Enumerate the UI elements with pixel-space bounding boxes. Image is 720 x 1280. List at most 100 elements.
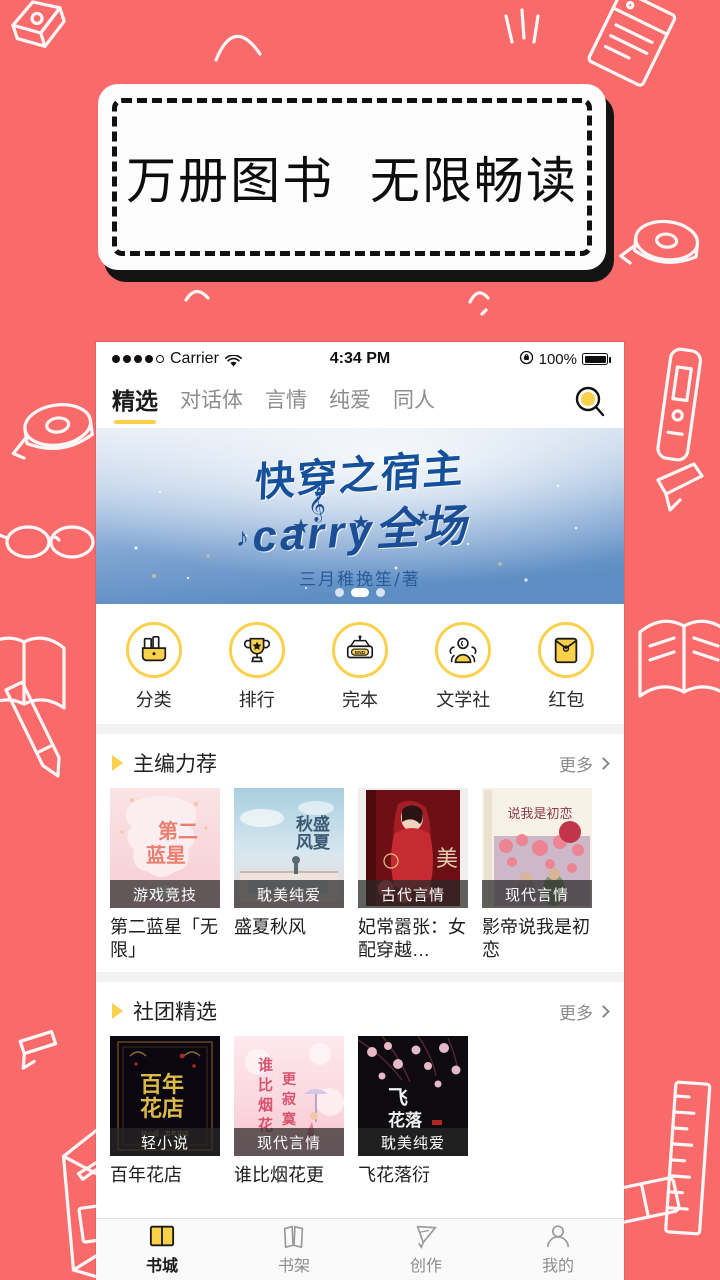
- end-sign-icon: END: [332, 622, 388, 678]
- book-cover[interactable]: 美 古代言情: [358, 788, 468, 908]
- carrier-label: Carrier: [170, 350, 219, 367]
- tab-duihuati[interactable]: 对话体: [180, 384, 243, 420]
- svg-text:风夏: 风夏: [296, 833, 331, 853]
- chevron-right-icon: [597, 1004, 610, 1018]
- star-decoration-icon: ★: [416, 508, 431, 525]
- section-divider: [96, 972, 624, 983]
- rotation-lock-icon: [519, 350, 534, 369]
- book-cover[interactable]: 秋盛 风夏 耽美纯爱: [234, 788, 344, 908]
- tab-jingxuan[interactable]: 精选: [112, 382, 158, 424]
- chevron-right-icon: [597, 756, 610, 770]
- book-title: 影帝说我是初恋: [482, 917, 590, 961]
- book-title: 谁比烟花更: [234, 1165, 324, 1186]
- tab-profile[interactable]: 我的: [492, 1219, 624, 1280]
- svg-text:说我是初恋: 说我是初恋: [507, 806, 572, 822]
- tab-label: 书架: [277, 1258, 310, 1275]
- book-item[interactable]: 百年 花店 轻小说 · 百年花店 轻小说 百年花店: [110, 1036, 220, 1187]
- hero-carousel[interactable]: 快穿之宿主 carry全场 三月稚挽笙/著 ★ ★ ★ ♪ 𝄞: [96, 428, 624, 604]
- red-envelope-icon: [538, 622, 595, 678]
- book-item[interactable]: 秋盛 风夏 耽美纯爱 盛夏秋风: [234, 788, 344, 962]
- section-more-link[interactable]: 更多: [559, 999, 610, 1024]
- book-title: 飞花落衍: [358, 1165, 430, 1186]
- bookshelf-icon: [283, 1225, 304, 1249]
- book-cover[interactable]: 第二 蓝星 游戏竞技: [110, 788, 220, 908]
- tab-create[interactable]: 创作: [360, 1219, 492, 1280]
- book-title: 妃常嚣张：女配穿越…: [358, 917, 466, 961]
- bottom-tab-bar: 书城 书架 创作 我的: [96, 1218, 624, 1280]
- svg-text:END: END: [355, 650, 366, 656]
- book-item[interactable]: 第二 蓝星 游戏竞技 第二蓝星「无限」: [110, 788, 220, 962]
- tab-tongren[interactable]: 同人: [393, 384, 435, 420]
- open-book-icon: [149, 1225, 175, 1247]
- tab-label: 书城: [145, 1258, 178, 1275]
- section-marker-icon: [112, 755, 123, 771]
- battery-icon: [582, 353, 611, 365]
- svg-text:飞: 飞: [388, 1085, 408, 1109]
- section-marker-icon: [112, 1003, 123, 1020]
- section-title: 社团精选: [133, 1001, 217, 1025]
- quick-actions: 分类 排行 END 完本 文学社 红包: [96, 604, 624, 724]
- search-icon[interactable]: [572, 384, 608, 420]
- battery-percent: 100%: [538, 350, 577, 368]
- tab-chunai[interactable]: 纯爱: [329, 384, 371, 420]
- user-icon: [546, 1225, 570, 1248]
- book-tag: 古代言情: [358, 880, 468, 908]
- quick-action-category[interactable]: 分类: [102, 622, 205, 712]
- svg-text:花店: 花店: [140, 1096, 184, 1122]
- more-label: 更多: [559, 755, 593, 775]
- book-item[interactable]: 说我是初恋 现代言情 影帝说我是初恋: [482, 788, 592, 962]
- svg-text:寞: 寞: [282, 1111, 297, 1128]
- status-bar: Carrier 4:34 PM 100%: [96, 342, 624, 376]
- book-item[interactable]: 飞 花落 耽美纯爱 飞花落衍: [358, 1036, 468, 1187]
- quick-action-red-envelope[interactable]: 红包: [515, 622, 618, 712]
- section-header-club-picks: 社团精选 更多: [96, 982, 624, 1037]
- tab-label: 创作: [409, 1258, 442, 1275]
- quick-action-label: 分类: [135, 690, 172, 710]
- svg-text:秋盛: 秋盛: [296, 814, 330, 835]
- book-title: 第二蓝星「无限」: [110, 917, 218, 961]
- tab-yanqing[interactable]: 言情: [265, 384, 307, 420]
- book-cover[interactable]: 谁 比 烟 花 更 寂 寞 现代言情: [234, 1036, 344, 1157]
- tab-bookshelf[interactable]: 书架: [228, 1219, 360, 1280]
- category-bag-icon: [125, 622, 182, 678]
- quick-action-ranking[interactable]: 排行: [205, 622, 308, 712]
- carousel-dot-active[interactable]: [351, 588, 369, 597]
- svg-text:蓝星: 蓝星: [146, 843, 186, 867]
- book-cover[interactable]: 说我是初恋 现代言情: [482, 788, 592, 908]
- carousel-dots[interactable]: [96, 588, 624, 597]
- section-more-link[interactable]: 更多: [559, 751, 610, 776]
- section-title: 主编力荐: [133, 753, 217, 776]
- book-item-placeholder: [482, 1036, 592, 1187]
- book-tag: 游戏竞技: [110, 880, 220, 908]
- book-tag: 耽美纯爱: [358, 1128, 468, 1157]
- svg-text:烟: 烟: [258, 1096, 273, 1114]
- promo-card: 万册图书 无限畅读: [98, 84, 606, 270]
- book-item[interactable]: 谁 比 烟 花 更 寂 寞 现代言情 谁比烟花更: [234, 1036, 344, 1187]
- carousel-dot[interactable]: [335, 588, 344, 597]
- book-tag: 现代言情: [482, 880, 592, 908]
- wifi-icon: [224, 353, 242, 366]
- trophy-icon: [228, 622, 285, 678]
- svg-text:第二: 第二: [158, 819, 198, 843]
- svg-text:百年: 百年: [140, 1072, 184, 1098]
- status-left: Carrier: [112, 350, 242, 368]
- more-label: 更多: [559, 1003, 593, 1023]
- pen-nib-icon: [416, 1225, 437, 1249]
- book-cover[interactable]: 百年 花店 轻小说 · 百年花店 轻小说: [110, 1036, 220, 1157]
- section-divider: [96, 724, 624, 734]
- category-tabs: 精选 对话体 言情 纯爱 同人: [96, 376, 624, 428]
- phone-screen: Carrier 4:34 PM 100% 精选 对话体 言情 纯爱 同人 快穿之…: [96, 342, 624, 1280]
- section-header-editor-picks: 主编力荐 更多: [96, 734, 624, 788]
- book-tag: 轻小说: [110, 1128, 220, 1157]
- people-group-icon: [435, 622, 492, 678]
- quick-action-completed[interactable]: END 完本: [308, 622, 411, 712]
- quick-action-literary-club[interactable]: 文学社: [412, 622, 515, 712]
- quick-action-label: 排行: [238, 690, 275, 710]
- book-list-club-picks: 百年 花店 轻小说 · 百年花店 轻小说 百年花店 谁 比: [96, 1036, 624, 1198]
- book-title: 百年花店: [110, 1165, 182, 1186]
- tab-bookstore[interactable]: 书城: [96, 1219, 228, 1280]
- carousel-dot[interactable]: [376, 588, 385, 597]
- book-cover[interactable]: 飞 花落 耽美纯爱: [358, 1036, 468, 1157]
- book-tag: 现代言情: [234, 1128, 344, 1157]
- book-item[interactable]: 美 古代言情 妃常嚣张：女配穿越…: [358, 788, 468, 962]
